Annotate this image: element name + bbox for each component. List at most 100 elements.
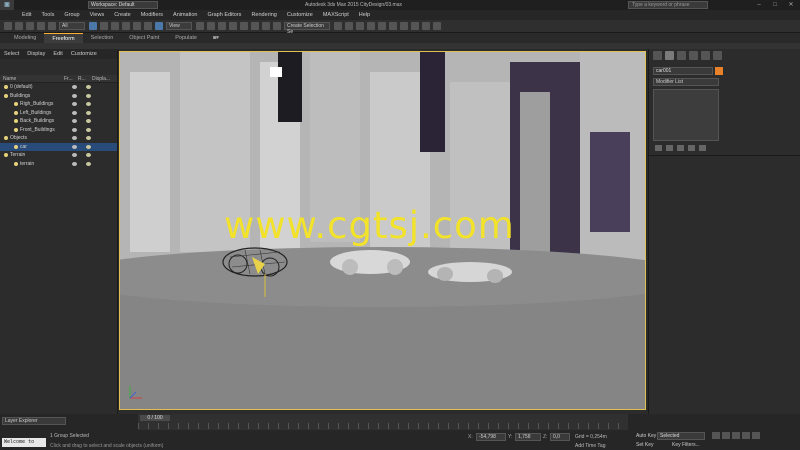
menu-edit[interactable]: Edit	[22, 12, 31, 18]
select-by-name-icon[interactable]	[100, 22, 108, 30]
layer-tree-row[interactable]: car	[0, 142, 117, 151]
render-setup-icon[interactable]	[411, 22, 419, 30]
menu-rendering[interactable]: Rendering	[251, 12, 276, 18]
link-icon[interactable]	[26, 22, 34, 30]
visibility-icon[interactable]	[72, 93, 77, 98]
tab-object-paint[interactable]: Object Paint	[121, 33, 167, 43]
object-color-swatch[interactable]	[715, 67, 723, 75]
column-render[interactable]: R...	[78, 76, 92, 82]
snaps-icon[interactable]	[229, 22, 237, 30]
curve-editor-icon[interactable]	[378, 22, 386, 30]
minimize-icon[interactable]: –	[752, 1, 766, 9]
maximize-icon[interactable]: □	[768, 1, 782, 9]
layer-bulb-icon[interactable]	[14, 110, 18, 115]
layer-bulb-icon[interactable]	[4, 93, 8, 98]
layer-explorer-dropdown[interactable]: Layer Explorer	[2, 417, 66, 425]
menu-maxscript[interactable]: MAXScript	[323, 12, 349, 18]
rect-region-icon[interactable]	[111, 22, 119, 30]
visibility-icon[interactable]	[72, 85, 77, 89]
render-production-icon[interactable]	[433, 22, 441, 30]
spinner-snap-icon[interactable]	[262, 22, 270, 30]
rotate-icon[interactable]	[144, 22, 152, 30]
tab-modeling[interactable]: Modeling	[6, 33, 44, 43]
material-editor-icon[interactable]	[400, 22, 408, 30]
render-toggle-icon[interactable]	[86, 119, 91, 123]
layer-tree-row[interactable]: Front_Buildings	[0, 126, 117, 135]
select-object-icon[interactable]	[89, 22, 97, 30]
menu-customize[interactable]: Customize	[287, 12, 313, 18]
tab-populate[interactable]: Populate	[167, 33, 205, 43]
pivot-icon[interactable]	[196, 22, 204, 30]
layer-tree-row[interactable]: Left_Buildings	[0, 109, 117, 118]
visibility-icon[interactable]	[72, 161, 77, 166]
render-toggle-icon[interactable]	[86, 93, 91, 98]
bind-space-warp-icon[interactable]	[48, 22, 56, 30]
play-icon[interactable]	[732, 432, 740, 439]
show-end-result-icon[interactable]	[666, 145, 673, 151]
move-icon[interactable]	[133, 22, 141, 30]
motion-tab-icon[interactable]	[689, 50, 698, 60]
timeline-track[interactable]	[138, 423, 628, 429]
keyboard-shortcut-icon[interactable]	[218, 22, 226, 30]
menu-display[interactable]: Display	[27, 51, 45, 57]
next-frame-icon[interactable]	[742, 432, 750, 439]
render-toggle-icon[interactable]	[86, 144, 91, 149]
menu-tools[interactable]: Tools	[41, 12, 54, 18]
layer-bulb-icon[interactable]	[14, 144, 18, 149]
time-slider-handle[interactable]: 0 / 100	[140, 415, 170, 421]
set-key-button[interactable]: Set Key	[636, 442, 654, 450]
column-freeze[interactable]: Fr...	[64, 76, 78, 82]
render-toggle-icon[interactable]	[86, 161, 91, 166]
utilities-tab-icon[interactable]	[713, 50, 722, 60]
x-coordinate-field[interactable]: -54,798	[476, 433, 506, 441]
visibility-icon[interactable]	[72, 102, 77, 106]
layer-tree-row[interactable]: Objects	[0, 134, 117, 143]
layer-bulb-icon[interactable]	[4, 85, 8, 90]
align-icon[interactable]	[345, 22, 353, 30]
go-to-end-icon[interactable]	[752, 432, 760, 439]
modify-tab-icon[interactable]	[665, 50, 674, 60]
layer-bulb-icon[interactable]	[14, 119, 18, 124]
layer-bulb-icon[interactable]	[4, 136, 8, 141]
selection-filter-dropdown[interactable]: All	[59, 22, 85, 30]
remove-modifier-icon[interactable]	[688, 145, 695, 151]
create-tab-icon[interactable]	[653, 50, 662, 60]
go-to-start-icon[interactable]	[712, 432, 720, 439]
object-name-field[interactable]: car001	[653, 67, 713, 75]
visibility-icon[interactable]	[72, 110, 77, 115]
visibility-icon[interactable]	[72, 127, 77, 132]
layer-tree-row[interactable]: Terrain	[0, 151, 117, 160]
angle-snap-icon[interactable]	[240, 22, 248, 30]
layer-bulb-icon[interactable]	[4, 153, 8, 158]
tab-freeform[interactable]: Freeform	[44, 32, 83, 44]
render-toggle-icon[interactable]	[86, 102, 91, 106]
menu-select[interactable]: Select	[4, 51, 19, 57]
render-toggle-icon[interactable]	[86, 153, 91, 157]
z-coordinate-field[interactable]: 0,0	[550, 433, 570, 441]
time-slider[interactable]: 0 / 100	[138, 414, 628, 430]
help-search-input[interactable]: Type a keyword or phrase	[628, 1, 708, 9]
render-toggle-icon[interactable]	[86, 110, 91, 115]
layer-tree-row[interactable]: Buildings	[0, 92, 117, 101]
modifier-stack[interactable]	[653, 89, 719, 141]
perspective-viewport[interactable]: www.cgtsj.com	[119, 51, 646, 410]
render-toggle-icon[interactable]	[86, 85, 91, 89]
layer-manager-icon[interactable]	[356, 22, 364, 30]
percent-snap-icon[interactable]	[251, 22, 259, 30]
close-icon[interactable]: ✕	[784, 1, 798, 9]
unlink-icon[interactable]	[37, 22, 45, 30]
tab-selection[interactable]: Selection	[83, 33, 122, 43]
previous-frame-icon[interactable]	[722, 432, 730, 439]
layer-bulb-icon[interactable]	[14, 161, 18, 166]
display-tab-icon[interactable]	[701, 50, 710, 60]
menu-edit[interactable]: Edit	[53, 51, 62, 57]
graphite-toggle-icon[interactable]	[367, 22, 375, 30]
ribbon-options-icon[interactable]: ◙▾	[205, 33, 227, 43]
render-toggle-icon[interactable]	[86, 136, 91, 140]
menu-help[interactable]: Help	[359, 12, 370, 18]
layer-tree-row[interactable]: 0 (default)	[0, 83, 117, 92]
y-coordinate-field[interactable]: 1,758	[515, 433, 541, 441]
rendered-frame-icon[interactable]	[422, 22, 430, 30]
add-time-tag-button[interactable]: Add Time Tag	[575, 443, 605, 449]
pin-stack-icon[interactable]	[655, 145, 662, 151]
